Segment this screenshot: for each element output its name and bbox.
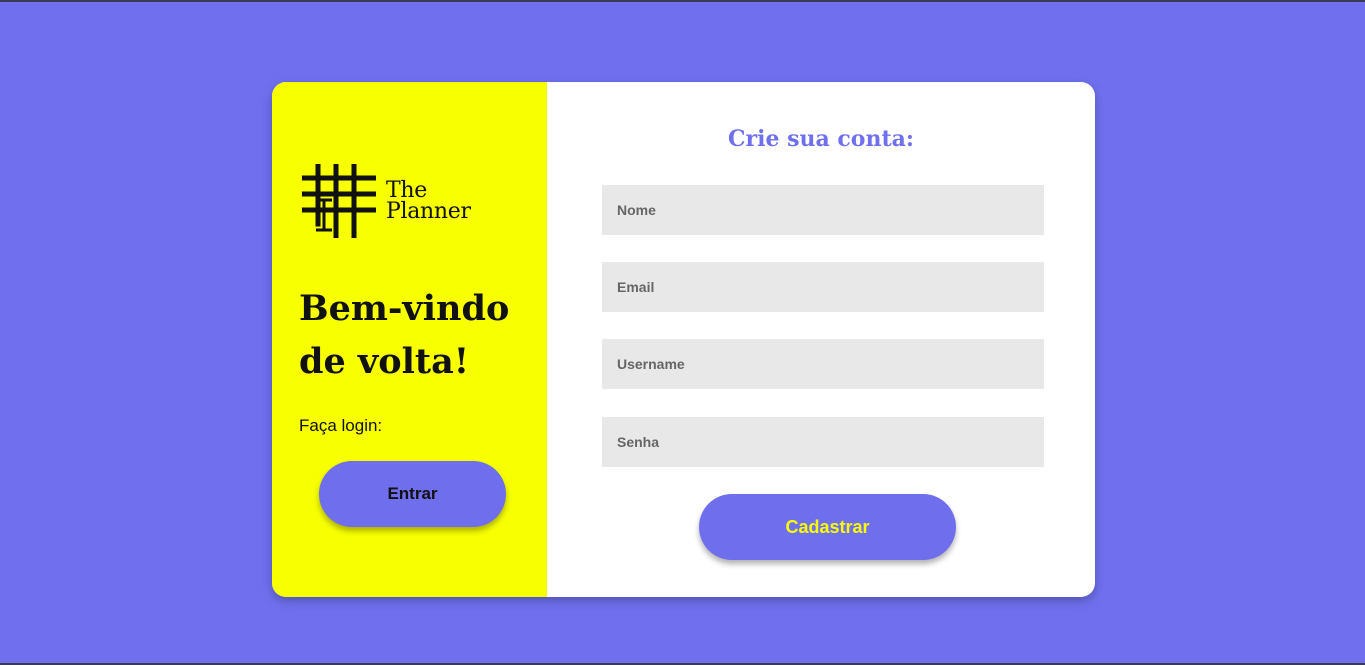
signup-title: Crie sua conta: (727, 126, 914, 152)
app-logo: The Planner (302, 164, 471, 238)
password-field[interactable] (602, 417, 1044, 467)
auth-card: The Planner Bem-vindo de volta! Faça log… (272, 82, 1095, 597)
welcome-heading: Bem-vindo de volta! (299, 288, 510, 382)
hash-grid-icon (302, 164, 376, 238)
window-top-border (0, 0, 1365, 2)
register-button[interactable]: Cadastrar (699, 494, 956, 560)
login-side-panel: The Planner Bem-vindo de volta! Faça log… (272, 82, 547, 597)
logo-line-2: Planner (386, 199, 471, 224)
email-field[interactable] (602, 262, 1044, 312)
logo-wordmark: The Planner (386, 178, 471, 224)
logo-line-1: The (386, 178, 427, 203)
username-field[interactable] (602, 339, 1044, 389)
enter-button[interactable]: Entrar (319, 461, 506, 527)
login-prompt: Faça login: (299, 416, 383, 435)
signup-panel: Crie sua conta: Cadastrar (547, 82, 1095, 597)
name-field[interactable] (602, 185, 1044, 235)
